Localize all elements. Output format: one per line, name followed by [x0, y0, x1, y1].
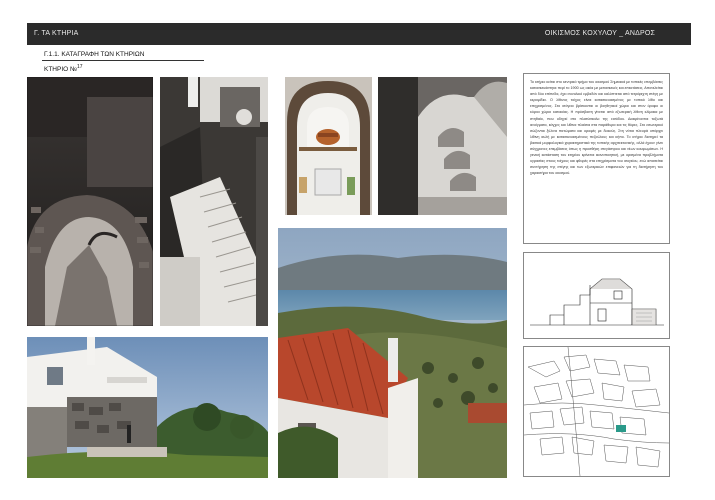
- photo-stone-niche: [285, 77, 372, 215]
- photo-arched-stairway: [378, 77, 507, 215]
- photo-bay-and-roof: [278, 228, 507, 478]
- section-drawing: [523, 252, 670, 339]
- location-map: [523, 346, 670, 477]
- building-label: ΚΤΗΡΙΟ №: [44, 66, 77, 74]
- header-bar: Γ. ΤΑ ΚΤΗΡΙΑ ΟΙΚΙΣΜΟΣ ΚΟΧΥΛΟΥ _ ΑΝΔΡΟΣ: [27, 23, 691, 45]
- photo-staircase-chimney: [160, 77, 268, 326]
- settlement-title: ΟΙΚΙΣΜΟΣ ΚΟΧΥΛΟΥ _ ΑΝΔΡΟΣ: [544, 30, 655, 37]
- section-title: Γ.1.1. ΚΑΤΑΓΡΑΦΗ ΤΩΝ ΚΤΗΡΙΩΝ: [44, 51, 145, 58]
- photo-house-garden: [27, 337, 268, 478]
- title-rule: [42, 60, 204, 61]
- building-number: ΚΤΗΡΙΟ №17: [44, 64, 83, 73]
- building-number-value: 17: [76, 64, 83, 70]
- chapter-title: Γ. ΤΑ ΚΤΗΡΙΑ: [34, 30, 79, 37]
- building-location-marker: [616, 425, 626, 432]
- photo-arched-passage: [27, 77, 153, 326]
- building-description: Το κτήριο κείται στο κεντρικό τμήμα του …: [523, 73, 670, 244]
